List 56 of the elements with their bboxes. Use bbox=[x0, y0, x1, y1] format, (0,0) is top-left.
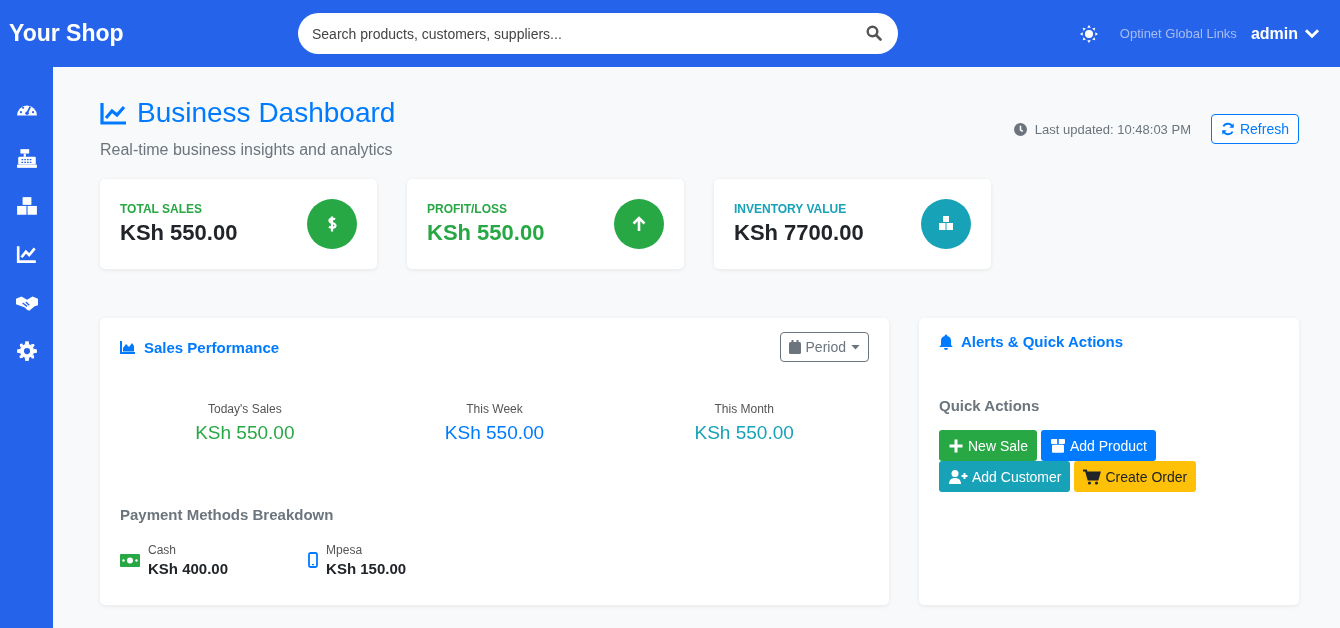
area-chart-icon bbox=[120, 340, 136, 354]
sun-icon[interactable] bbox=[1079, 24, 1098, 43]
settings-icon[interactable] bbox=[15, 340, 38, 361]
figure-label: This Month bbox=[713, 402, 775, 416]
section-heading: Payment Methods Breakdown bbox=[120, 506, 335, 523]
chevron-down-icon bbox=[1304, 28, 1320, 39]
bell-icon bbox=[939, 333, 953, 350]
period-dropdown[interactable]: Period bbox=[779, 332, 869, 362]
box-icon bbox=[1049, 437, 1066, 454]
refresh-icon bbox=[1220, 122, 1235, 136]
stat-label: INVENTORY VALUE bbox=[734, 202, 848, 216]
payment-label: Mpesa bbox=[326, 543, 364, 557]
cash-register-icon[interactable] bbox=[15, 148, 38, 169]
chart-line-icon[interactable] bbox=[15, 244, 38, 265]
figure-label: This Week bbox=[465, 402, 524, 416]
money-bill-icon bbox=[120, 553, 140, 567]
figure-value: KSh 550.00 bbox=[443, 422, 546, 444]
dollar-sign-badge-icon bbox=[307, 199, 357, 249]
payment-amount: KSh 150.00 bbox=[326, 560, 407, 577]
arrow-up-badge-icon bbox=[614, 199, 664, 249]
stat-value: KSh 7700.00 bbox=[734, 220, 864, 246]
stat-label: TOTAL SALES bbox=[120, 202, 203, 216]
figure-value: KSh 550.00 bbox=[194, 422, 296, 444]
mobile-phone-icon bbox=[308, 552, 319, 568]
section-heading: Quick Actions bbox=[939, 397, 1041, 414]
card-title: Sales Performance bbox=[120, 338, 280, 356]
user-plus-icon bbox=[948, 468, 968, 485]
plus-icon bbox=[948, 437, 964, 454]
cart-icon bbox=[1083, 468, 1102, 485]
refresh-button[interactable]: Refresh bbox=[1210, 114, 1299, 144]
figure-value: KSh 550.00 bbox=[693, 422, 795, 444]
payment-label: Cash bbox=[148, 543, 177, 557]
company-name: Optinet Global Links bbox=[1119, 26, 1237, 41]
payment-amount: KSh 400.00 bbox=[148, 560, 229, 577]
quick-action-button[interactable]: Add Customer bbox=[939, 461, 1071, 492]
stat-value: KSh 550.00 bbox=[427, 220, 545, 246]
caret-down-icon bbox=[851, 344, 860, 350]
clock-icon bbox=[1013, 122, 1027, 136]
search-icon[interactable] bbox=[866, 25, 882, 41]
stat-value: KSh 550.00 bbox=[120, 220, 238, 246]
brand-name[interactable]: Your Shop bbox=[9, 20, 298, 47]
stat-label: PROFIT/LOSS bbox=[427, 202, 508, 216]
search-field[interactable]: Search products, customers, suppliers... bbox=[298, 13, 898, 54]
quick-action-button[interactable]: New Sale bbox=[939, 430, 1037, 461]
page-title: Business Dashboard bbox=[100, 97, 396, 129]
chart-line-icon bbox=[100, 101, 128, 125]
user-menu[interactable]: admin bbox=[1250, 24, 1320, 43]
page-subtitle: Real-time business insights and analytics bbox=[100, 141, 394, 159]
card-title: Alerts & Quick Actions bbox=[939, 333, 1279, 350]
boxes-icon[interactable] bbox=[15, 196, 38, 217]
last-updated-text: Last updated: 10:48:03 PM bbox=[1034, 121, 1191, 137]
quick-action-button[interactable]: Add Product bbox=[1040, 430, 1156, 461]
quick-action-button[interactable]: Create Order bbox=[1074, 461, 1197, 492]
figure-label: Today's Sales bbox=[207, 402, 283, 416]
calendar-icon bbox=[788, 340, 801, 354]
boxes-badge-icon bbox=[921, 199, 971, 249]
